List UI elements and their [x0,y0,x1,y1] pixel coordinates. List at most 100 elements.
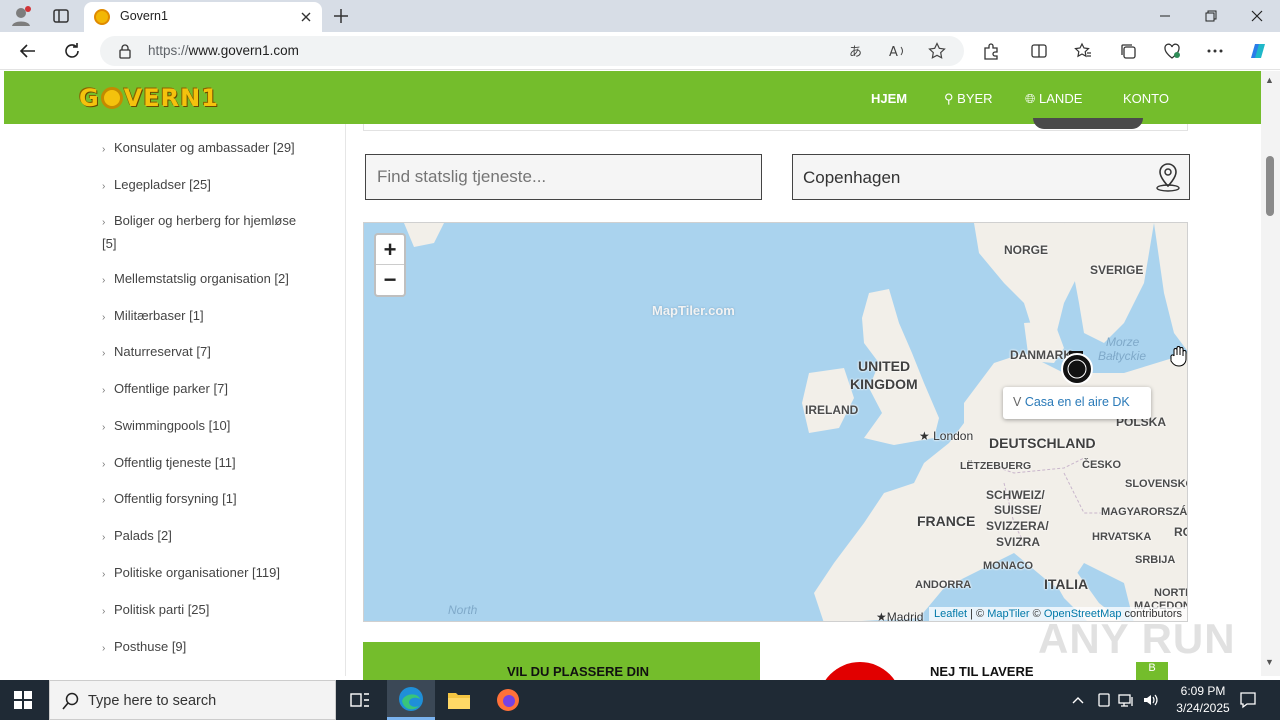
leaflet-link[interactable]: Leaflet [934,608,967,620]
site-header: G VERN1 HJEM ⚲ BYER 🌐︎ LANDE KONTO [4,71,1261,124]
taskbar-search-box[interactable]: Type here to search [49,680,336,720]
category-item[interactable]: › Offentlig forsyning [1] [102,488,312,511]
taskbar-clock[interactable]: 6:09 PM 3/24/2025 [1164,683,1242,717]
back-button[interactable] [18,41,38,61]
category-item[interactable]: › Boliger og herberg for hjemløse [5] [102,210,312,254]
map-marker-icon[interactable] [1060,351,1094,387]
globe-icon: 🌐︎ [1025,91,1036,106]
network-icon[interactable] [1118,692,1136,708]
map-land-layer [404,223,1187,621]
category-item[interactable]: › Posthuse [9] [102,636,312,659]
favorite-star-icon[interactable] [928,42,946,60]
map-label: NORGE [1004,243,1049,257]
location-input[interactable]: Copenhagen [792,154,1190,200]
scroll-down-arrow-icon[interactable]: ▼ [1265,657,1274,667]
category-item[interactable]: › Konsulater og ambassader [29] [102,137,312,160]
browser-essentials-button[interactable] [1162,41,1182,61]
promo-left-text: VIL DU PLASSERE DIN [507,664,650,679]
category-item[interactable]: › Offentlige parker [7] [102,378,312,401]
chevron-right-icon: › [102,422,106,433]
settings-more-button[interactable] [1205,41,1225,61]
taskbar-firefox[interactable] [484,680,532,720]
category-item[interactable]: › Swimmingpools [10] [102,415,312,438]
svg-text:A: A [889,45,898,60]
scrolled-button-edge[interactable] [1033,118,1143,129]
split-screen-button[interactable] [1029,41,1049,61]
nav-countries[interactable]: 🌐︎ LANDE [1025,91,1082,107]
heart-pulse-icon [1164,43,1180,59]
category-item[interactable]: › Politisk parti [25] [102,599,312,622]
zoom-in-button[interactable]: + [376,235,404,265]
zoom-out-button[interactable]: − [376,265,404,295]
map-label: ITALIA [1044,576,1089,592]
map-label: SRBIJA [1135,554,1176,566]
refresh-button[interactable] [62,41,82,61]
refresh-icon [65,43,79,58]
map-city-label: ★Madrid [876,610,924,622]
taskbar-file-explorer[interactable] [435,680,483,720]
map-label: Morze [1106,335,1140,349]
notification-icon[interactable] [1239,691,1257,709]
category-item[interactable]: › Offentlig tjeneste [11] [102,452,312,475]
content-box-edge [363,118,1188,131]
category-item[interactable]: › Militærbaser [1] [102,305,312,328]
restore-button[interactable] [1188,0,1234,32]
volume-icon[interactable] [1142,692,1160,708]
clock-date: 3/24/2025 [1176,701,1230,715]
category-item[interactable]: › Politiske organisationer [119] [102,562,312,585]
map-marker-popup[interactable]: V Casa en el aire DK [1003,387,1151,419]
favorites-button[interactable] [1073,41,1093,61]
collections-button[interactable] [1118,41,1138,61]
windows-taskbar: Type here to search 6:09 PM 3/24/2025 [0,680,1280,720]
copilot-button[interactable] [1247,41,1267,61]
govern1-logo[interactable]: G VERN1 [79,84,219,112]
minimize-button[interactable] [1142,0,1188,32]
logo-ring-icon [100,87,123,109]
nav-cities[interactable]: ⚲ BYER [944,91,993,107]
task-view-icon [350,693,369,707]
location-pin-icon[interactable] [1153,161,1183,193]
more-dots-icon [1207,49,1223,53]
new-tab-icon[interactable] [332,7,350,25]
windows-start-icon[interactable] [14,691,32,709]
map-label: NORTH [1154,587,1187,599]
category-item[interactable]: › Palads [2] [102,525,312,548]
tray-chevron-up-icon[interactable] [1070,692,1086,708]
map-label: RO [1174,525,1187,539]
page-scrollbar[interactable]: ▲ ▼ [1261,71,1280,676]
scroll-up-arrow-icon[interactable]: ▲ [1265,75,1274,85]
extensions-button[interactable] [981,41,1001,61]
profile-icon[interactable] [10,5,32,27]
popup-link[interactable]: Casa en el aire DK [1025,395,1130,409]
map-label: LËTZEBUERG [960,460,1032,472]
maptiler-link[interactable]: MapTiler [987,608,1029,620]
tab-govern1[interactable]: Govern1 [84,2,322,32]
taskbar-edge[interactable] [387,680,435,720]
tab-actions-icon[interactable] [52,7,70,25]
tray-device-icon[interactable] [1096,692,1112,708]
leaflet-map[interactable]: MapTiler.com + − NORGE SVERIGE UNITED KI… [363,222,1188,622]
map-label: SVERIGE [1090,263,1144,277]
map-label: UNITED [858,358,911,374]
translate-icon[interactable]: あ [848,42,866,60]
extensions-icon [984,43,998,60]
close-window-button[interactable] [1234,0,1280,32]
nav-home[interactable]: HJEM [871,91,907,106]
category-sidebar: › Konsulater og ambassader [29] › Legeplad… [4,124,346,676]
address-bar[interactable]: https://www.govern1.com あ A [100,36,964,66]
chevron-right-icon: › [102,348,106,359]
lock-icon[interactable] [118,43,132,59]
category-item[interactable]: › Mellemstatslig organisation [2] [102,268,312,291]
promo-right-button[interactable]: B [1136,662,1168,682]
promo-banner-left[interactable]: VIL DU PLASSERE DIN [363,642,760,682]
govern1-favicon-icon [94,9,110,25]
task-view-button[interactable] [336,680,384,720]
scrollbar-thumb[interactable] [1266,156,1274,216]
nav-account[interactable]: KONTO [1123,91,1169,106]
close-tab-icon[interactable] [298,9,314,25]
category-item[interactable]: › Naturreservat [7] [102,341,312,364]
read-aloud-icon[interactable]: A [888,42,906,60]
map-label: SLOVENSKO [1125,478,1188,490]
category-item[interactable]: › Legepladser [25] [102,174,312,197]
service-search-input[interactable] [365,154,762,200]
